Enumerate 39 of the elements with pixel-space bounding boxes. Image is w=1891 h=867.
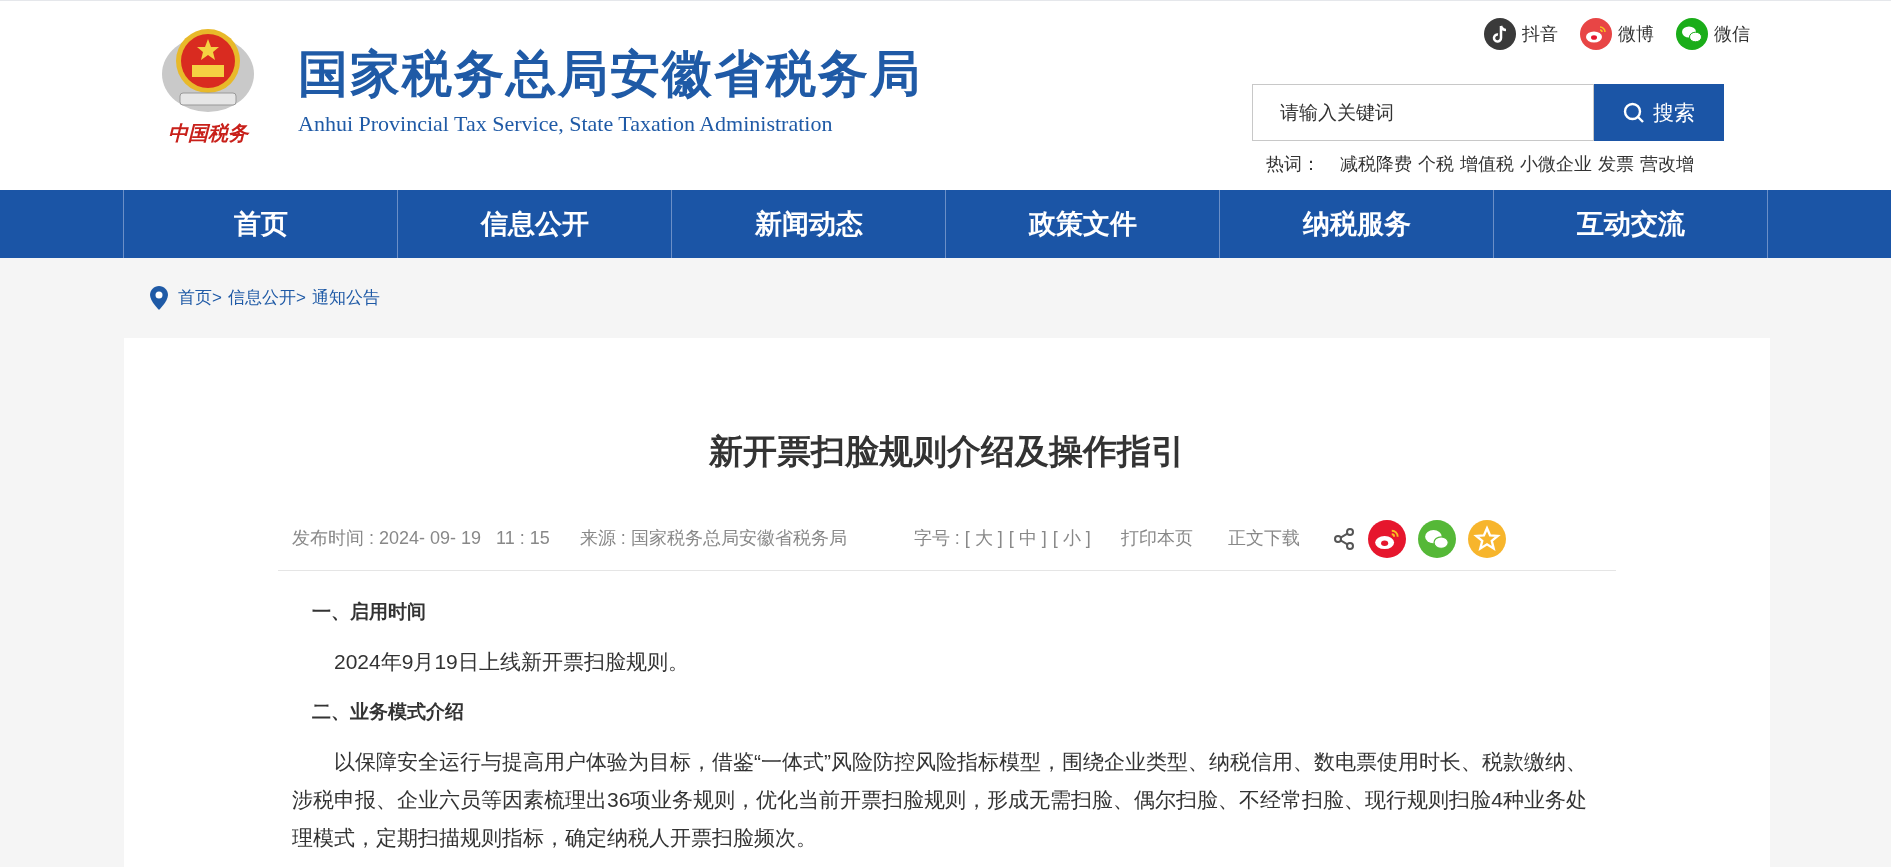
location-pin-icon (150, 286, 168, 310)
hot-word-link[interactable]: 发票 (1598, 151, 1634, 178)
download-link[interactable]: 正文下载 (1227, 525, 1300, 552)
breadcrumb-link[interactable]: 信息公开> (227, 285, 306, 311)
hot-word-link[interactable]: 小微企业 (1520, 151, 1592, 178)
font-size-link[interactable]: [ 小 ] (1052, 525, 1091, 552)
font-size-label: 字号 : (913, 527, 961, 550)
site-subtitle: Anhui Provincial Tax Service, State Taxation Administration (298, 113, 834, 135)
logo-caption: 中国税务 (167, 123, 248, 143)
section-heading: 一、启用时间 (311, 600, 427, 624)
hot-words-label: 热词： (1266, 153, 1320, 176)
hot-word-link[interactable]: 增值税 (1460, 151, 1514, 178)
social-link[interactable]: 微博 (1618, 20, 1654, 48)
social-link[interactable]: 抖音 (1522, 20, 1558, 48)
print-link[interactable]: 打印本页 (1120, 525, 1193, 552)
share-icon[interactable] (1331, 526, 1356, 551)
breadcrumb-link[interactable]: 首页> (178, 285, 222, 311)
section-heading: 二、业务模式介绍 (311, 700, 465, 724)
search-icon (1623, 101, 1645, 124)
hot-word-link[interactable]: 个税 (1418, 151, 1454, 178)
body-paragraph: 2024年9月19日上线新开票扫脸规则。 (333, 649, 690, 675)
wechat-icon (1676, 18, 1708, 50)
article-title: 新开票扫脸规则介绍及操作指引 (708, 431, 1186, 472)
hot-word-link[interactable]: 减税降费 (1340, 151, 1412, 178)
site-title: 国家税务总局安徽省税务局 (298, 49, 922, 99)
weibo-icon (1580, 18, 1612, 50)
social-link[interactable]: 微信 (1714, 20, 1750, 48)
music-note-icon (1484, 18, 1516, 50)
body-paragraph: 以保障安全运行与提高用户体验为目标，借鉴“一体式”风险防控风险指标模型，围绕企业类型、纳税信用、数电票使用时长、税款缴纳、涉税申报、企业六员等因素梳理出36项业务规则，优化当前开票扫脸规则，形成无需扫脸、偶尔扫脸、不经常扫脸、现行规则扫脸4种业务处理模式，定期扫描规则指标，确定纳税人开票扫脸频次。 (292, 749, 1589, 851)
publish-time: 发布时间 : 2024- 09- 19 11 : 15 (292, 527, 550, 550)
article-source: 来源 : 国家税务总局安徽省税务局 (579, 527, 847, 550)
breadcrumb-link[interactable]: 通知公告 (311, 285, 380, 311)
font-size-link[interactable]: [ 中 ] (1008, 525, 1047, 552)
search-button[interactable]: 搜索 (1594, 84, 1724, 141)
search-field[interactable]: 请输入关键词 (1252, 84, 1594, 141)
font-size-link[interactable]: [ 大 ] (964, 525, 1003, 552)
weibo-icon[interactable] (1367, 519, 1406, 558)
wechat-icon[interactable] (1417, 519, 1456, 558)
hot-word-link[interactable]: 营改增 (1640, 151, 1694, 178)
